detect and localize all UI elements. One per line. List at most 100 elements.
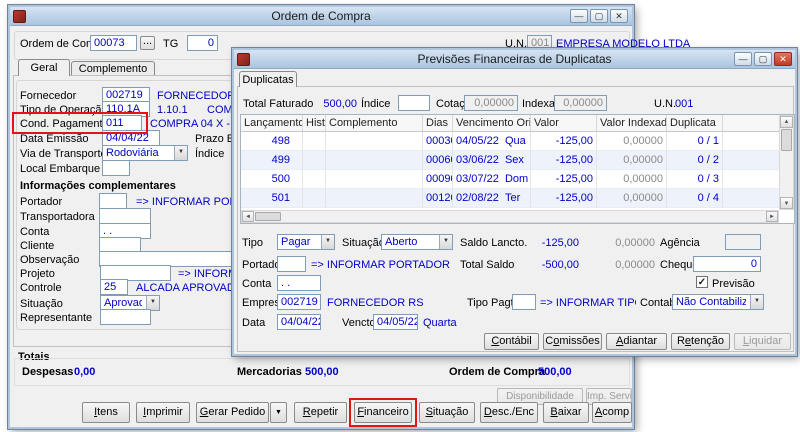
portador-field[interactable] <box>99 193 127 209</box>
portador-field-front[interactable] <box>277 256 306 272</box>
liquidar-button[interactable]: Liquidar <box>734 333 791 350</box>
cell-lancamento: 500 <box>241 170 303 188</box>
ordem-total-value: 500,00 <box>538 366 572 378</box>
acomp-button[interactable]: Acomp <box>592 402 632 423</box>
col-lancamento[interactable]: Lançamento <box>241 115 303 131</box>
col-valor-indexado[interactable]: Valor Indexado <box>597 115 667 131</box>
controle-field[interactable]: 25 <box>100 279 128 295</box>
cell-hist <box>303 189 326 207</box>
contab-dropdown[interactable]: Não Contabilizar ▼ <box>672 294 764 310</box>
tg-field[interactable]: 0 <box>187 35 218 51</box>
adiantar-button[interactable]: Adiantar <box>606 333 667 350</box>
repetir-button[interactable]: Repetir <box>294 402 347 423</box>
cell-complemento <box>326 151 423 169</box>
chevron-down-icon[interactable]: ▼ <box>174 146 187 160</box>
maximize-icon[interactable]: ▢ <box>754 52 772 66</box>
tipo-dropdown[interactable]: Pagar ▼ <box>277 234 335 250</box>
data-emissao-field[interactable]: 04/04/22 <box>102 130 160 146</box>
titlebar-ordem-de-compra[interactable]: Ordem de Compra — ▢ ✕ <box>10 7 632 26</box>
cotacao-field: 0,00000 <box>464 95 518 111</box>
cond-pagamento-field[interactable]: 011 <box>102 115 142 131</box>
tab-duplicatas[interactable]: Duplicatas <box>239 71 297 87</box>
chevron-down-icon[interactable]: ▼ <box>439 235 452 249</box>
indice-label-back: Índice <box>195 148 224 160</box>
chevron-down-icon[interactable]: ▼ <box>750 295 763 309</box>
col-duplicata[interactable]: Duplicata <box>667 115 723 131</box>
cheque-field[interactable]: 0 <box>693 256 761 272</box>
indexado-field: 0,00000 <box>554 95 607 111</box>
cell-valor-indexado: 0,00000 <box>597 151 667 169</box>
comissoes-button[interactable]: Comissões <box>543 333 602 350</box>
tipo-value: Pagar <box>281 236 317 248</box>
tab-complemento[interactable]: Complemento <box>71 61 155 76</box>
maximize-icon[interactable]: ▢ <box>590 9 608 23</box>
conta-field-front[interactable]: . . <box>277 275 321 291</box>
despesas-label: Despesas <box>22 366 73 378</box>
un-label-front: U.N. <box>654 98 676 110</box>
scroll-left-icon[interactable]: ◄ <box>242 211 254 222</box>
gerar-pedido-dropdown-icon[interactable]: ▼ <box>270 402 287 423</box>
table-row[interactable]: 498 00030 04/05/22 Qua -125,00 0,00000 0… <box>241 132 794 151</box>
indice-field[interactable] <box>398 95 430 111</box>
col-dias[interactable]: Dias <box>423 115 453 131</box>
chevron-down-icon[interactable]: ▼ <box>146 296 159 310</box>
minimize-icon[interactable]: — <box>570 9 588 23</box>
order-number-field[interactable]: 00073 <box>90 35 137 51</box>
table-row[interactable]: 500 00090 03/07/22 Dom -125,00 0,00000 0… <box>241 170 794 189</box>
baixar-button[interactable]: Baixar <box>543 402 589 423</box>
vertical-scrollbar[interactable]: ▲ ▼ <box>779 115 794 210</box>
col-valor[interactable]: Valor <box>531 115 597 131</box>
close-icon[interactable]: ✕ <box>774 52 792 66</box>
cell-hist <box>303 132 326 150</box>
app-icon <box>13 10 26 23</box>
saldo-lancto-value: -125,00 <box>519 237 579 249</box>
retencao-button[interactable]: Retenção <box>671 333 730 350</box>
cell-filler <box>723 189 778 207</box>
vencto-dow: Quarta <box>423 317 457 329</box>
horizontal-scroll-thumb[interactable] <box>255 212 281 221</box>
cell-complemento <box>326 170 423 188</box>
empresa-field[interactable]: 002719 <box>277 294 321 310</box>
cell-valor-indexado: 0,00000 <box>597 132 667 150</box>
cell-vencimento: 02/08/22 Ter <box>453 189 531 207</box>
scroll-down-icon[interactable]: ▼ <box>780 197 793 209</box>
table-row[interactable]: 501 00120 02/08/22 Ter -125,00 0,00000 0… <box>241 189 794 208</box>
order-browse-button[interactable]: ... <box>140 36 155 50</box>
chevron-down-icon[interactable]: ▼ <box>321 235 334 249</box>
desc-enc-button[interactable]: Desc./Enc <box>480 402 538 423</box>
despesas-value: 0,00 <box>74 366 95 378</box>
transportadora-field[interactable] <box>99 208 151 224</box>
tipo-pagto-field[interactable] <box>512 294 536 310</box>
cell-filler <box>723 132 778 150</box>
financeiro-button[interactable]: Financeiro <box>354 402 412 423</box>
table-header: Lançamento Hist. Complemento Dias Vencim… <box>241 115 794 132</box>
itens-button[interactable]: Itens <box>82 402 130 423</box>
previsao-checkbox[interactable]: ✓ <box>696 276 708 288</box>
tab-geral[interactable]: Geral <box>18 59 70 76</box>
situacao-button[interactable]: Situação <box>419 402 475 423</box>
representante-field[interactable] <box>100 309 151 325</box>
imprimir-button[interactable]: Imprimir <box>136 402 190 423</box>
vertical-scroll-thumb[interactable] <box>781 129 792 151</box>
local-embarque-field[interactable] <box>102 160 130 176</box>
via-transporte-dropdown[interactable]: Rodoviária ▼ <box>102 145 188 161</box>
col-complemento[interactable]: Complemento <box>326 115 423 131</box>
transportadora-label: Transportadora <box>20 211 95 223</box>
col-hist[interactable]: Hist. <box>303 115 326 131</box>
horizontal-scrollbar[interactable]: ◄ ► <box>241 210 779 223</box>
vencto-field[interactable]: 04/05/22 <box>373 314 418 330</box>
table-row[interactable]: 499 00060 03/06/22 Sex -125,00 0,00000 0… <box>241 151 794 170</box>
close-icon[interactable]: ✕ <box>610 9 628 23</box>
minimize-icon[interactable]: — <box>734 52 752 66</box>
situacao-dropdown-front[interactable]: Aberto ▼ <box>381 234 453 250</box>
data-field[interactable]: 04/04/22 <box>277 314 321 330</box>
gerar-pedido-button[interactable]: Gerar Pedido <box>196 402 269 423</box>
controle-label: Controle <box>20 282 62 294</box>
scroll-up-icon[interactable]: ▲ <box>780 116 793 128</box>
contabil-button[interactable]: Contábil <box>484 333 539 350</box>
titlebar-previsoes[interactable]: Previsões Financeiras de Duplicatas — ▢ … <box>234 50 795 69</box>
cell-filler <box>723 151 778 169</box>
scroll-right-icon[interactable]: ► <box>766 211 778 222</box>
col-vencimento[interactable]: Vencimento Orig. <box>453 115 531 131</box>
saldo-lancto-label: Saldo Lancto. <box>460 237 527 249</box>
